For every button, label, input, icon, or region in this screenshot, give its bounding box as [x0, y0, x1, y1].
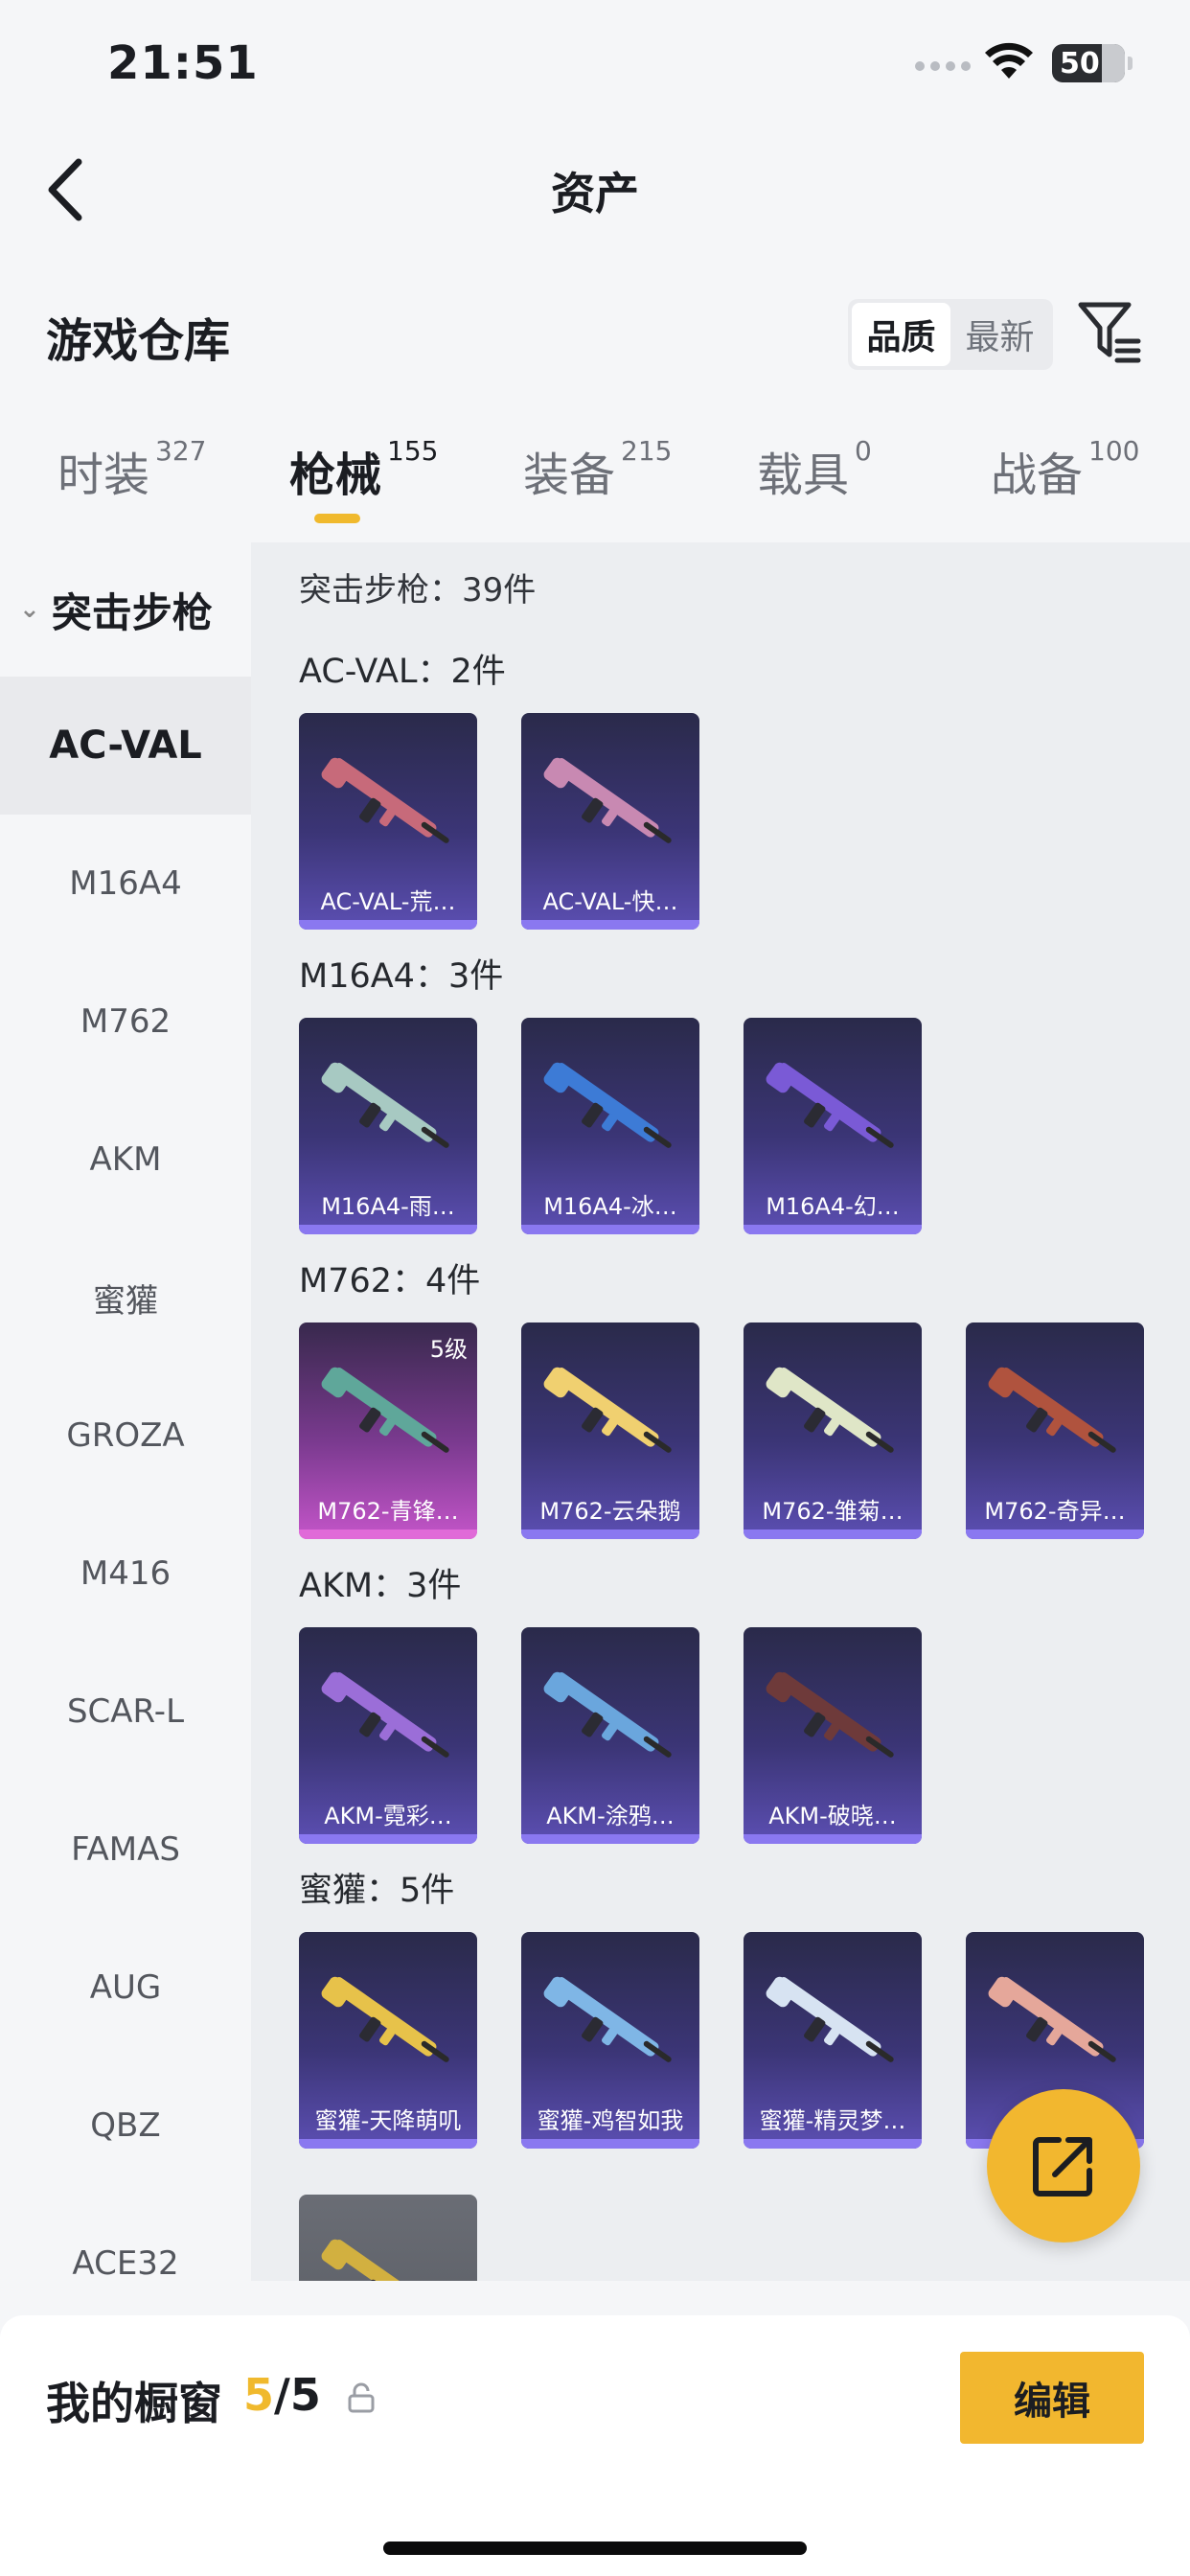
status-bar: 21:51 50	[0, 0, 1190, 134]
weapon-card[interactable]: M16A4-幻…	[744, 1018, 922, 1234]
weapon-card[interactable]: AC-VAL-快…	[521, 713, 699, 930]
battery-icon: 50	[1052, 44, 1133, 82]
wifi-icon	[985, 42, 1033, 79]
sidebar-item-honey-badger[interactable]: 蜜獾	[0, 1229, 251, 1367]
sort-quality-option[interactable]: 品质	[852, 303, 950, 366]
weapon-card[interactable]: M16A4-雨…	[299, 1018, 477, 1234]
sidebar-item-akm[interactable]: AKM	[0, 1091, 251, 1229]
sidebar-item-m16a4[interactable]: M16A4	[0, 815, 251, 953]
weapon-card[interactable]: 蜜獾-鸡智如我	[521, 1932, 699, 2149]
weapon-card[interactable]: AKM-涂鸦…	[521, 1627, 699, 1844]
rifle-icon	[766, 1367, 894, 1453]
weapon-grid: 突击步枪：39件 AC-VAL：2件 AC-VAL-荒… AC-VAL-快… M…	[251, 542, 1190, 2281]
showcase-count: 5/5	[243, 2369, 321, 2421]
showcase-label: 我的橱窗	[46, 2378, 222, 2429]
tab-indicator	[314, 514, 360, 523]
sidebar-item-aug[interactable]: AUG	[0, 1919, 251, 2057]
level-badge: 5级	[429, 1336, 468, 1363]
cellular-signal-icon	[915, 61, 971, 75]
sidebar-item-ace32[interactable]: ACE32	[0, 2195, 251, 2277]
weapon-card[interactable]: M762-雏菊…	[744, 1322, 922, 1539]
battery-level: 50	[1060, 46, 1100, 80]
group-title-akm: AKM：3件	[299, 1567, 462, 1605]
sidebar-item-groza[interactable]: GROZA	[0, 1367, 251, 1505]
tab-firearms[interactable]: 枪械 155	[289, 435, 438, 533]
share-icon	[1033, 2137, 1092, 2196]
category-tabs: 时装 327 枪械 155 装备 215 载具 0 战备 100	[0, 435, 1190, 542]
weapon-card[interactable]: 蜜獾-精灵梦…	[744, 1932, 922, 2149]
weapon-card[interactable]: M762-云朵鹅	[521, 1322, 699, 1539]
showcase-bar: 我的橱窗 5/5 编辑	[0, 2315, 1190, 2576]
sidebar-item-m416[interactable]: M416	[0, 1505, 251, 1643]
filter-icon	[1078, 302, 1141, 363]
weapon-card[interactable]: AC-VAL-荒…	[299, 713, 477, 930]
sidebar-item-ac-val[interactable]: AC-VAL	[0, 677, 251, 815]
category-assault-rifle[interactable]: ⌄ 突击步枪	[0, 542, 251, 677]
rifle-icon	[988, 1367, 1116, 1453]
sidebar-item-qbz[interactable]: QBZ	[0, 2057, 251, 2195]
group-title-honey-badger: 蜜獾：5件	[299, 1872, 455, 1910]
weapon-card[interactable]	[299, 2195, 477, 2281]
rifle-icon	[321, 757, 449, 843]
tab-supplies[interactable]: 战备 100	[991, 435, 1139, 533]
rifle-icon	[321, 1062, 449, 1148]
rifle-icon	[543, 1062, 672, 1148]
rifle-icon	[543, 1976, 672, 2062]
home-indicator	[383, 2542, 807, 2555]
weapon-category-list: ⌄ 突击步枪 AC-VAL M16A4 M762 AKM 蜜獾 GROZA M4…	[0, 542, 251, 2277]
page-title: 资产	[551, 168, 639, 219]
weapon-card[interactable]: 5级 M762-青锋…	[299, 1322, 477, 1539]
chevron-down-icon: ⌄	[19, 595, 40, 624]
group-title-m762: M762：4件	[299, 1262, 481, 1300]
rifle-icon	[321, 1367, 449, 1453]
lock-icon	[348, 2382, 375, 2413]
rifle-icon	[988, 1976, 1116, 2062]
sidebar-item-scar-l[interactable]: SCAR-L	[0, 1643, 251, 1781]
status-time: 21:51	[107, 36, 259, 90]
tab-vehicles[interactable]: 载具 0	[757, 435, 872, 533]
sort-toggle: 品质 最新	[848, 299, 1053, 370]
rifle-icon	[766, 1671, 894, 1758]
sidebar-item-famas[interactable]: FAMAS	[0, 1781, 251, 1919]
sort-newest-option[interactable]: 最新	[950, 303, 1049, 366]
filter-button[interactable]	[1075, 297, 1144, 366]
weapon-card[interactable]: AKM-破晓…	[744, 1627, 922, 1844]
tab-fashion[interactable]: 时装 327	[57, 435, 206, 533]
tab-equipment[interactable]: 装备 215	[523, 435, 672, 533]
rifle-icon	[321, 2239, 437, 2281]
weapon-card[interactable]: 蜜獾-天降萌叽	[299, 1932, 477, 2149]
section-title: 游戏仓库	[46, 314, 231, 368]
rifle-icon	[766, 1976, 894, 2062]
rifle-icon	[321, 1671, 449, 1758]
rifle-icon	[543, 1367, 672, 1453]
edit-button[interactable]: 编辑	[960, 2352, 1144, 2444]
rifle-icon	[543, 1671, 672, 1758]
rifle-icon	[766, 1062, 894, 1148]
group-title-ac-val: AC-VAL：2件	[299, 653, 506, 691]
total-count: 突击步枪：39件	[299, 571, 537, 610]
group-title-m16a4: M16A4：3件	[299, 957, 504, 996]
rifle-icon	[543, 757, 672, 843]
weapon-card[interactable]: AKM-霓彩…	[299, 1627, 477, 1844]
share-button[interactable]	[987, 2089, 1140, 2242]
weapon-card[interactable]: M762-奇异…	[966, 1322, 1144, 1539]
sidebar-item-m762[interactable]: M762	[0, 953, 251, 1091]
weapon-card[interactable]: M16A4-冰…	[521, 1018, 699, 1234]
rifle-icon	[321, 1976, 449, 2062]
